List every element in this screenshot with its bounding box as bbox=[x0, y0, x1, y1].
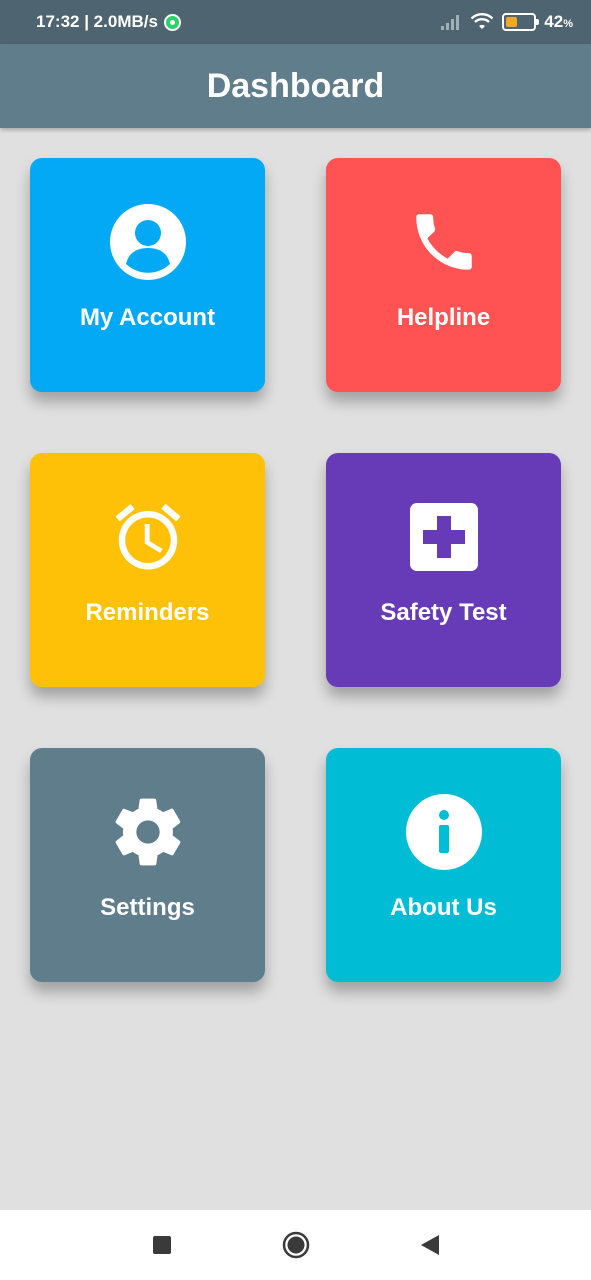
signal-icon bbox=[441, 15, 460, 30]
medical-plus-icon bbox=[404, 497, 484, 577]
info-icon bbox=[404, 792, 484, 872]
triangle-back-icon bbox=[420, 1235, 439, 1255]
about-us-tile[interactable]: About Us bbox=[326, 748, 561, 982]
account-circle-icon bbox=[108, 202, 188, 282]
phone-icon bbox=[404, 202, 484, 282]
gear-icon bbox=[108, 792, 188, 872]
my-account-label: My Account bbox=[79, 304, 216, 331]
reminders-label: Reminders bbox=[85, 599, 210, 626]
battery-percent: 42% bbox=[544, 12, 573, 31]
system-nav-bar bbox=[0, 1210, 591, 1280]
home-button[interactable] bbox=[281, 1230, 311, 1260]
whatsapp-icon bbox=[163, 13, 181, 31]
circle-icon bbox=[282, 1231, 309, 1259]
alarm-clock-icon bbox=[108, 497, 188, 577]
reminders-tile[interactable]: Reminders bbox=[30, 453, 265, 687]
status-bar: 17:32 | 2.0MB/s 42% bbox=[0, 0, 591, 44]
app-bar: Dashboard bbox=[0, 44, 591, 128]
safety-test-tile[interactable]: Safety Test bbox=[326, 453, 561, 687]
page-title: Dashboard bbox=[206, 66, 385, 105]
square-icon bbox=[152, 1236, 171, 1254]
back-button[interactable] bbox=[415, 1230, 445, 1260]
recents-button[interactable] bbox=[147, 1230, 177, 1260]
settings-label: Settings bbox=[100, 894, 195, 921]
dashboard-grid: My Account Helpline Reminders Safety Tes… bbox=[30, 158, 561, 982]
my-account-tile[interactable]: My Account bbox=[30, 158, 265, 392]
about-us-label: About Us bbox=[390, 894, 497, 921]
wifi-icon bbox=[470, 13, 494, 29]
helpline-tile[interactable]: Helpline bbox=[326, 158, 561, 392]
battery-level bbox=[506, 17, 518, 27]
status-time-speed: 17:32 | 2.0MB/s bbox=[36, 12, 158, 31]
battery-icon bbox=[502, 13, 540, 31]
safety-test-label: Safety Test bbox=[380, 599, 507, 626]
helpline-label: Helpline bbox=[396, 304, 491, 331]
status-left: 17:32 | 2.0MB/s bbox=[36, 12, 181, 32]
settings-tile[interactable]: Settings bbox=[30, 748, 265, 982]
status-right: 42% bbox=[440, 12, 573, 32]
